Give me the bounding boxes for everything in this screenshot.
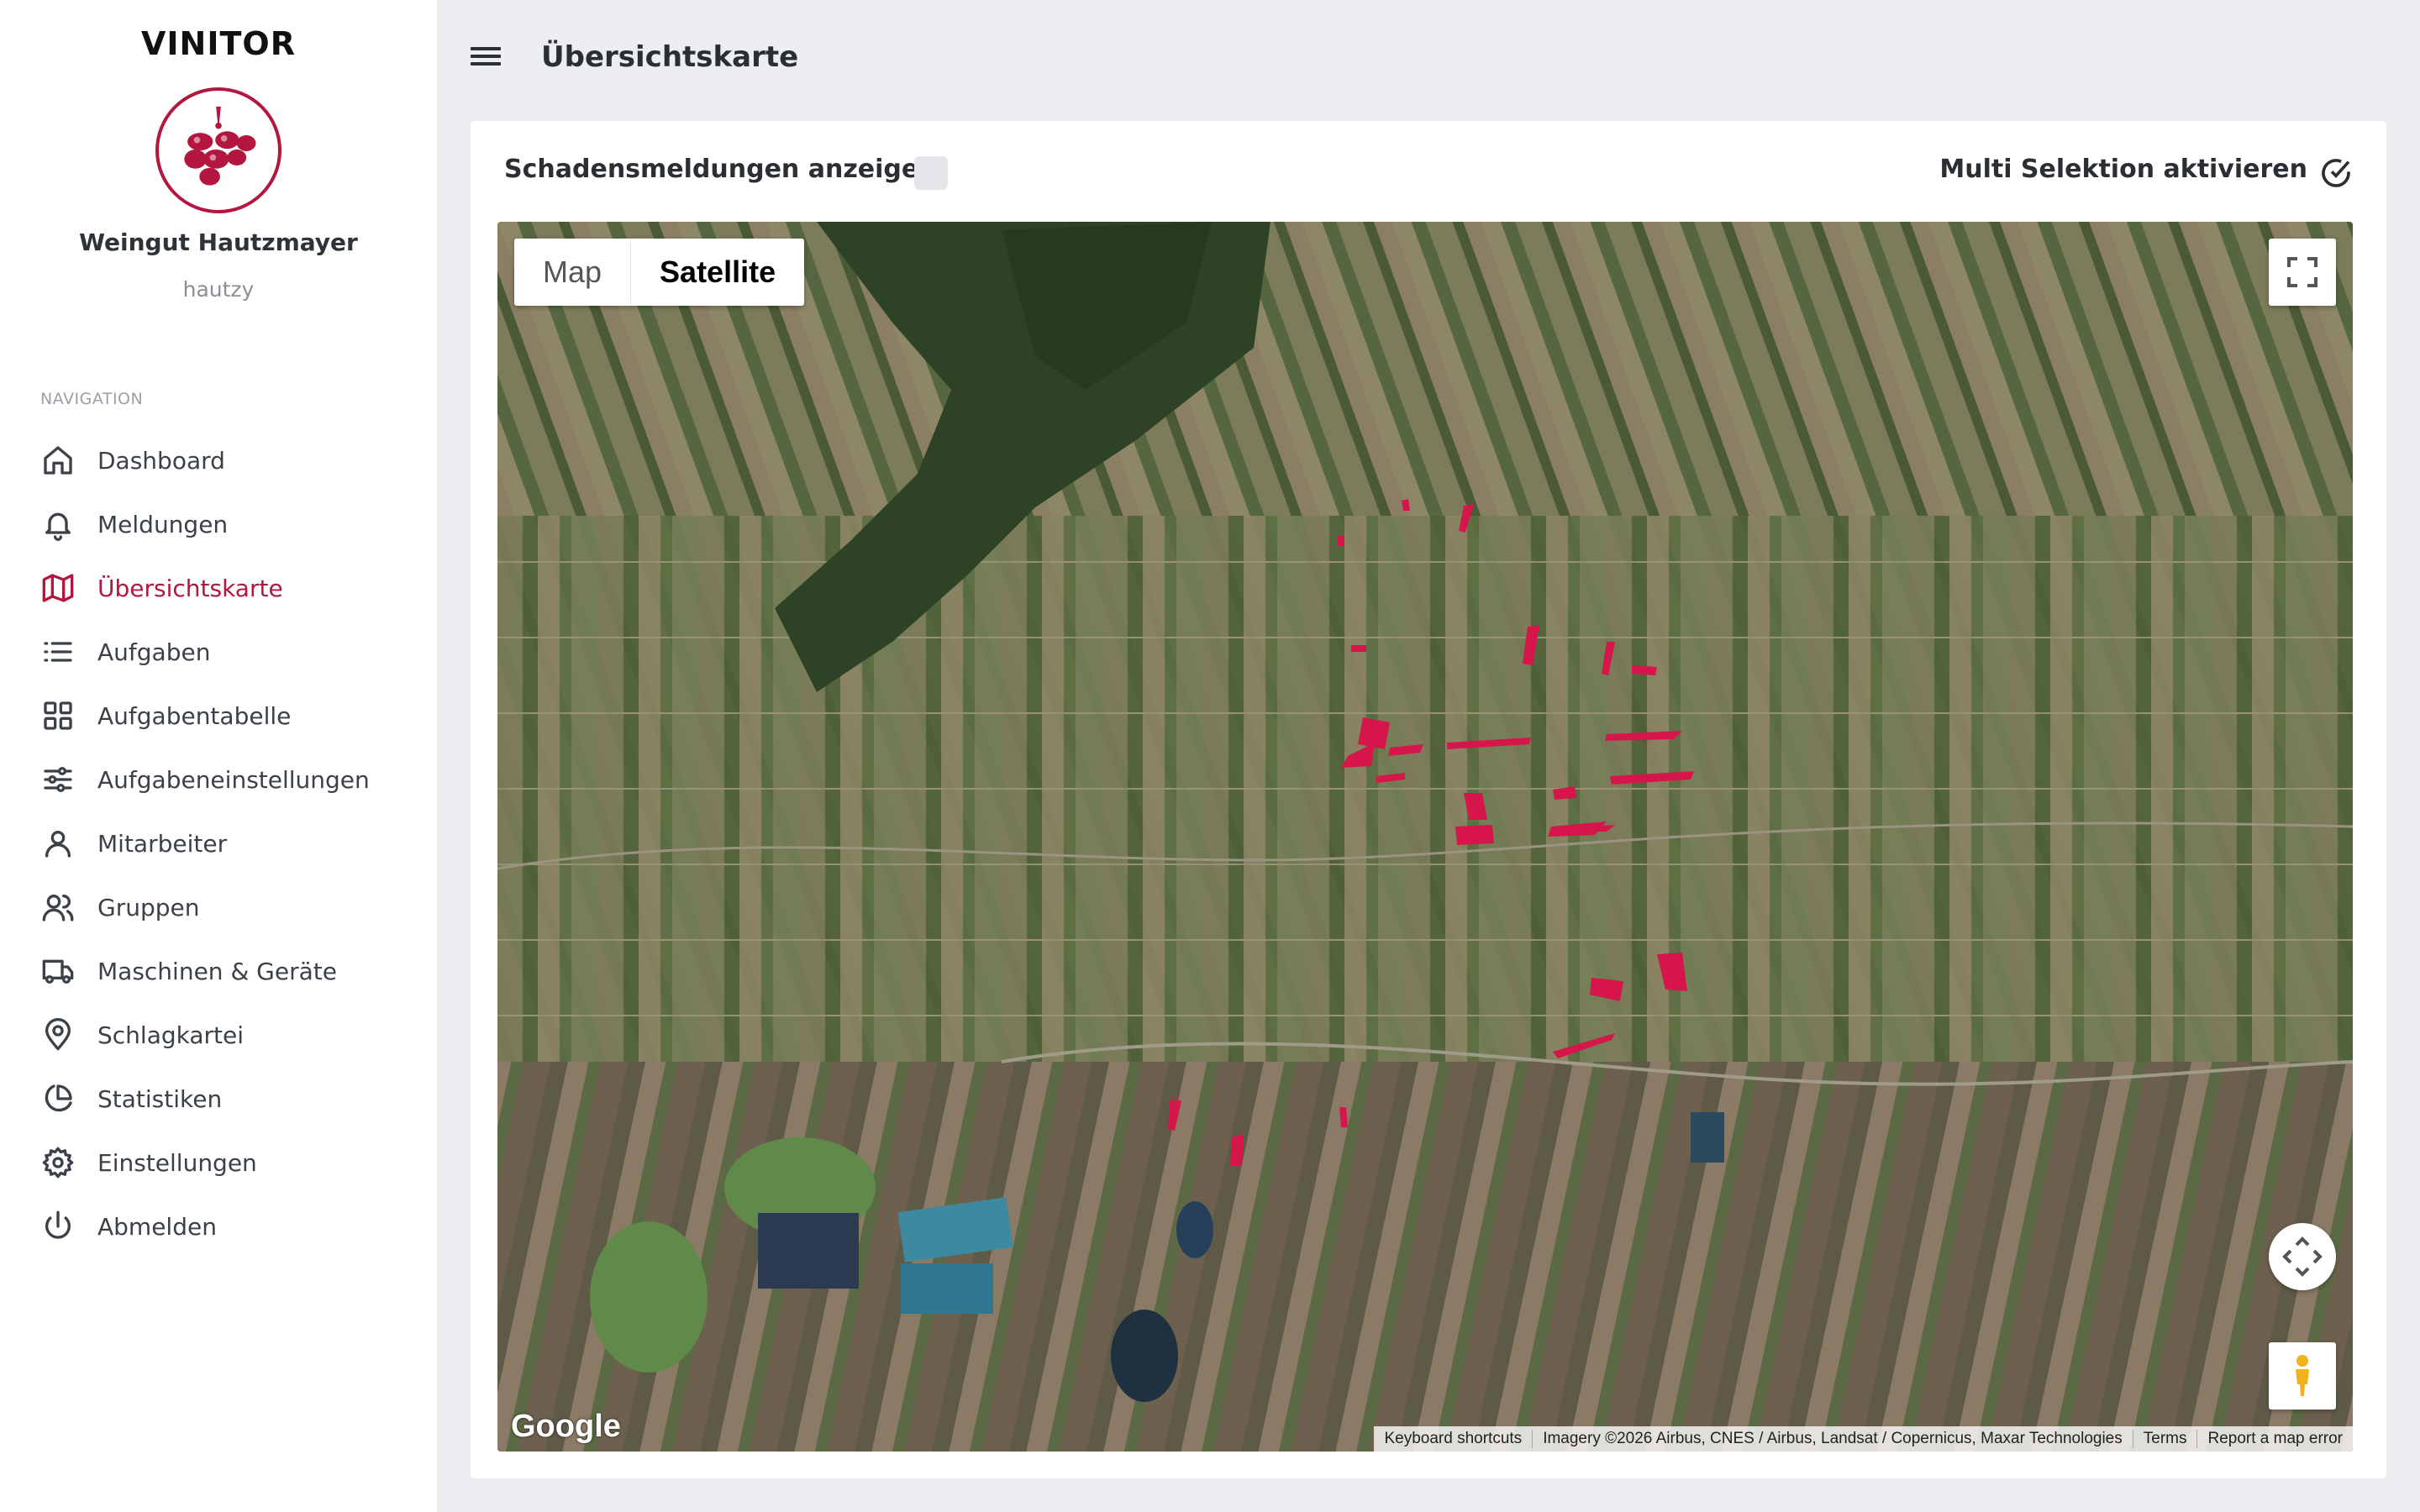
map-pin-icon	[40, 1017, 76, 1053]
sidebar-item-schlagkartei[interactable]: Schlagkartei	[0, 1003, 437, 1067]
satellite-map[interactable]: Map Satellite Google Keyboard shortcuts …	[497, 222, 2353, 1452]
sidebar-item-label: Schlagkartei	[97, 1021, 245, 1049]
sidebar-item-label: Aufgabeneinstellungen	[97, 765, 370, 794]
damage-reports-checkbox[interactable]	[914, 156, 948, 190]
brand-title: VINITOR	[141, 25, 296, 62]
nav-heading: NAVIGATION	[40, 390, 144, 408]
grid-icon	[40, 698, 76, 733]
sidebar-nav: Dashboard Meldungen Übersichtskarte Aufg…	[0, 428, 437, 1258]
user-icon	[40, 826, 76, 861]
list-icon	[40, 634, 76, 669]
sliders-icon	[40, 762, 76, 797]
check-circle-icon[interactable]	[2319, 156, 2353, 190]
street-view-pegman-icon[interactable]	[2269, 1342, 2336, 1410]
sidebar-item-uebersichtskarte[interactable]: Übersichtskarte	[0, 556, 437, 620]
sidebar-item-gruppen[interactable]: Gruppen	[0, 875, 437, 939]
sidebar-item-mitarbeiter[interactable]: Mitarbeiter	[0, 811, 437, 875]
sidebar-item-label: Übersichtskarte	[97, 574, 283, 602]
sidebar-item-meldungen[interactable]: Meldungen	[0, 492, 437, 556]
winery-logo	[155, 87, 281, 213]
damage-reports-label: Schadensmeldungen anzeigen	[504, 155, 937, 184]
username: hautzy	[182, 277, 255, 302]
sidebar-item-maschinen[interactable]: Maschinen & Geräte	[0, 939, 437, 1003]
map-card: Schadensmeldungen anzeigen Multi Selekti…	[471, 121, 2386, 1478]
map-type-map-button[interactable]: Map	[514, 239, 632, 306]
organization-name: Weingut Hautzmayer	[79, 228, 358, 256]
users-icon	[40, 890, 76, 925]
multi-select-label: Multi Selektion aktivieren	[1939, 155, 2307, 184]
sidebar: VINITOR Weingut Hautzmayer hautzy NAVIGA…	[0, 0, 437, 1512]
satellite-imagery	[497, 222, 2353, 1452]
sidebar-item-dashboard[interactable]: Dashboard	[0, 428, 437, 492]
map-type-satellite-button[interactable]: Satellite	[631, 239, 804, 306]
sidebar-item-aufgabentabelle[interactable]: Aufgabentabelle	[0, 684, 437, 748]
report-map-error-link[interactable]: Report a map error	[2196, 1430, 2353, 1448]
fullscreen-icon[interactable]	[2269, 239, 2336, 306]
gear-icon	[40, 1145, 76, 1180]
home-icon	[40, 443, 76, 478]
sidebar-item-label: Meldungen	[97, 510, 229, 538]
sidebar-item-label: Einstellungen	[97, 1148, 257, 1177]
google-logo: Google	[511, 1409, 621, 1444]
sidebar-item-aufgabeneinstellungen[interactable]: Aufgabeneinstellungen	[0, 748, 437, 811]
sidebar-item-statistiken[interactable]: Statistiken	[0, 1067, 437, 1131]
imagery-credit: Imagery ©2026 Airbus, CNES / Airbus, Lan…	[1532, 1430, 2133, 1448]
camera-control-icon[interactable]	[2269, 1223, 2336, 1290]
power-icon	[40, 1209, 76, 1244]
sidebar-item-einstellungen[interactable]: Einstellungen	[0, 1131, 437, 1194]
pie-chart-icon	[40, 1081, 76, 1116]
sidebar-item-label: Dashboard	[97, 446, 225, 475]
truck-icon	[40, 953, 76, 989]
sidebar-item-label: Aufgaben	[97, 638, 211, 666]
sidebar-item-aufgaben[interactable]: Aufgaben	[0, 620, 437, 684]
sidebar-item-abmelden[interactable]: Abmelden	[0, 1194, 437, 1258]
sidebar-item-label: Maschinen & Geräte	[97, 957, 337, 985]
terms-link[interactable]: Terms	[2132, 1430, 2197, 1448]
map-attribution: Keyboard shortcuts Imagery ©2026 Airbus,…	[1374, 1426, 2353, 1452]
map-icon	[40, 570, 76, 606]
keyboard-shortcuts-link[interactable]: Keyboard shortcuts	[1374, 1430, 1532, 1448]
sidebar-item-label: Abmelden	[97, 1212, 217, 1241]
map-type-control: Map Satellite	[514, 239, 805, 306]
sidebar-item-label: Statistiken	[97, 1084, 223, 1113]
sidebar-item-label: Mitarbeiter	[97, 829, 228, 858]
menu-toggle-button[interactable]	[471, 47, 501, 69]
page-title: Übersichtskarte	[541, 40, 799, 74]
sidebar-item-label: Gruppen	[97, 893, 200, 921]
bell-icon	[40, 507, 76, 542]
sidebar-item-label: Aufgabentabelle	[97, 701, 292, 730]
